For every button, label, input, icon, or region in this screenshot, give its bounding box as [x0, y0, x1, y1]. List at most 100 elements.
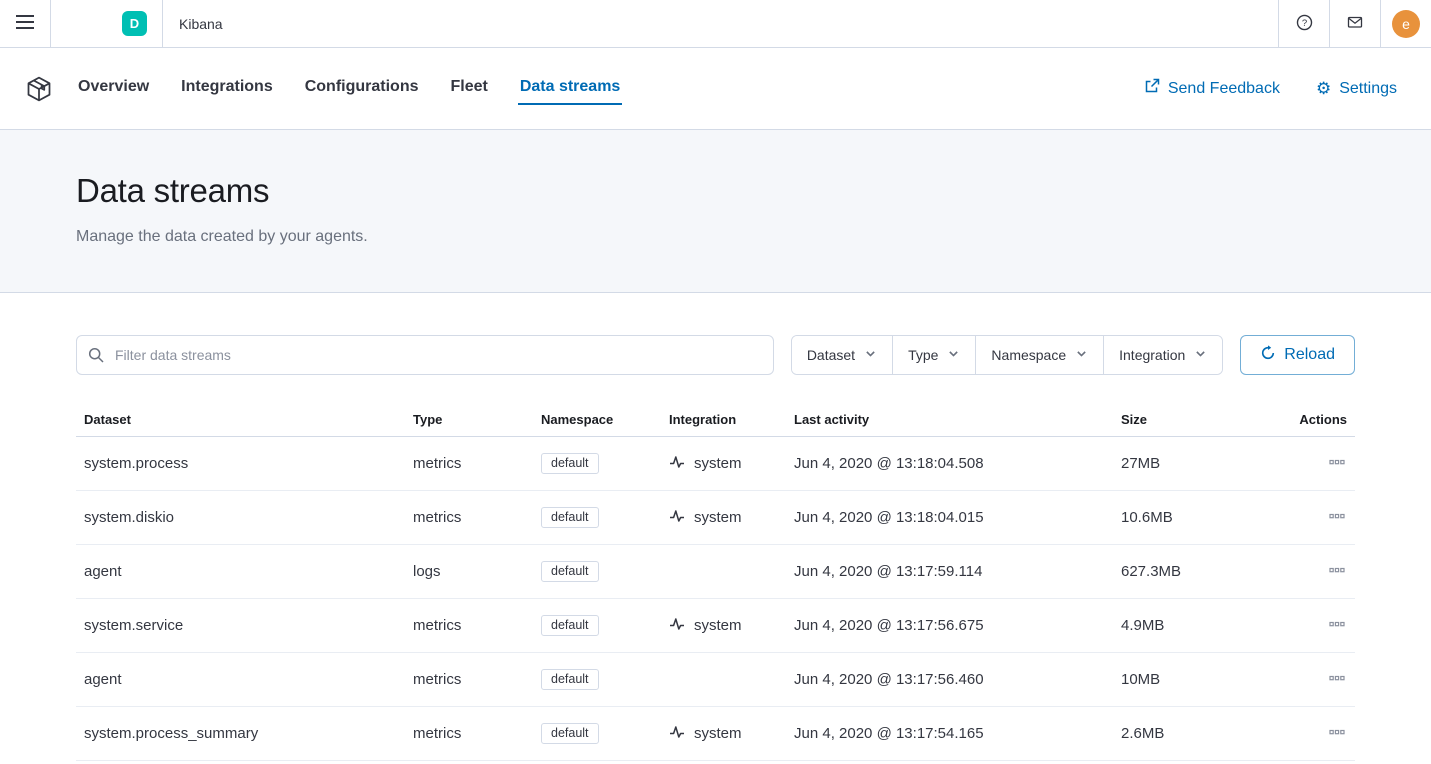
column-header-size[interactable]: Size: [1113, 403, 1270, 436]
namespace-cell: default: [533, 440, 661, 487]
type-cell: metrics: [405, 712, 533, 755]
last-activity-cell: Jun 4, 2020 @ 13:17:56.675: [786, 604, 1113, 647]
table-toolbar: Dataset Type Namespace: [76, 335, 1355, 375]
help-icon: ?: [1296, 14, 1313, 34]
size-cell: 2.6MB: [1113, 712, 1270, 755]
column-header-dataset[interactable]: Dataset: [76, 403, 405, 436]
row-actions-button[interactable]: [1327, 504, 1347, 531]
topbar-actions: ? e: [1278, 0, 1431, 47]
data-streams-table: Dataset Type Namespace Integration Last …: [76, 403, 1355, 764]
nav-tab[interactable]: Fleet: [448, 72, 489, 105]
filter-dropdown-label: Type: [908, 347, 938, 363]
actions-cell: [1270, 599, 1355, 652]
row-actions-button[interactable]: [1327, 612, 1347, 639]
type-cell: metrics: [405, 658, 533, 701]
row-actions-button[interactable]: [1327, 450, 1347, 477]
nav-tab[interactable]: Data streams: [518, 72, 623, 105]
table-header: Dataset Type Namespace Integration Last …: [76, 403, 1355, 437]
send-feedback-link[interactable]: Send Feedback: [1144, 78, 1280, 99]
space-avatar[interactable]: D: [122, 11, 147, 36]
system-integration-icon: [669, 508, 685, 528]
table-row: agent metrics default Jun 4, 2020 @ 13:1…: [76, 653, 1355, 707]
breadcrumb-kibana[interactable]: Kibana: [163, 16, 239, 32]
actions-cell: [1270, 653, 1355, 706]
filter-dropdown[interactable]: Namespace: [975, 336, 1103, 374]
integration-cell: system: [661, 441, 786, 487]
row-actions-button[interactable]: [1327, 666, 1347, 693]
filter-dropdown-label: Dataset: [807, 347, 855, 363]
table-row: system.diskio metrics default system Jun…: [76, 491, 1355, 545]
page-title: Data streams: [76, 172, 1355, 210]
chevron-down-icon: [1194, 347, 1207, 363]
namespace-cell: default: [533, 656, 661, 703]
kibana-app: D Kibana ? e: [0, 0, 1431, 764]
nav-tab[interactable]: Configurations: [303, 72, 421, 105]
dataset-cell: system.process: [76, 442, 405, 485]
column-header-last-activity[interactable]: Last activity: [786, 403, 1113, 436]
fleet-app-nav: Overview Integrations Configurations Fle…: [0, 48, 1431, 130]
table-body: system.process metrics default system Ju…: [76, 437, 1355, 764]
namespace-badge: default: [541, 507, 599, 528]
system-integration-icon: [669, 616, 685, 636]
search-icon: [88, 347, 104, 366]
boxes-horizontal-icon: [1329, 670, 1345, 689]
size-cell: 627.3MB: [1113, 550, 1270, 593]
column-header-namespace[interactable]: Namespace: [533, 403, 661, 436]
size-cell: 27MB: [1113, 442, 1270, 485]
newsfeed-button[interactable]: [1330, 0, 1380, 47]
row-actions-button[interactable]: [1327, 720, 1347, 747]
dataset-cell: system.diskio: [76, 496, 405, 539]
boxes-horizontal-icon: [1329, 508, 1345, 527]
type-cell: logs: [405, 550, 533, 593]
filter-dropdown[interactable]: Type: [892, 336, 975, 374]
last-activity-cell: Jun 4, 2020 @ 13:18:04.508: [786, 442, 1113, 485]
integration-cell: [661, 667, 786, 693]
size-cell: 10MB: [1113, 658, 1270, 701]
user-menu-button[interactable]: e: [1381, 0, 1431, 47]
dataset-cell: agent: [76, 550, 405, 593]
row-actions-button[interactable]: [1327, 558, 1347, 585]
data-streams-content: Dataset Type Namespace: [0, 293, 1431, 764]
namespace-badge: default: [541, 561, 599, 582]
namespace-cell: default: [533, 710, 661, 757]
boxes-horizontal-icon: [1329, 616, 1345, 635]
gear-icon: ⚙: [1316, 80, 1331, 97]
namespace-badge: default: [541, 669, 599, 690]
menu-button[interactable]: [0, 0, 50, 47]
namespace-badge: default: [541, 615, 599, 636]
boxes-horizontal-icon: [1329, 454, 1345, 473]
fleet-app-icon: [24, 75, 54, 103]
boxes-horizontal-icon: [1329, 724, 1345, 743]
settings-link[interactable]: ⚙ Settings: [1316, 80, 1397, 98]
filter-dropdown-label: Integration: [1119, 347, 1185, 363]
size-cell: 10.6MB: [1113, 496, 1270, 539]
type-cell: metrics: [405, 604, 533, 647]
column-header-integration[interactable]: Integration: [661, 403, 786, 436]
size-cell: 4.9MB: [1113, 604, 1270, 647]
reload-button[interactable]: Reload: [1240, 335, 1355, 375]
table-row: agent logs default Jun 4, 2020 @ 13:17:5…: [76, 545, 1355, 599]
page-subtitle: Manage the data created by your agents.: [76, 228, 1355, 246]
dataset-cell: system.process_summary: [76, 712, 405, 755]
nav-tabs: Overview Integrations Configurations Fle…: [76, 72, 622, 105]
reload-label: Reload: [1284, 346, 1335, 364]
integration-name: system: [694, 509, 742, 526]
filter-dropdown-label: Namespace: [991, 347, 1066, 363]
user-avatar: e: [1392, 10, 1420, 38]
integration-cell: [661, 559, 786, 585]
filter-dropdown[interactable]: Integration: [1103, 336, 1222, 374]
nav-tab[interactable]: Integrations: [179, 72, 275, 105]
column-header-type[interactable]: Type: [405, 403, 533, 436]
nav-tab[interactable]: Overview: [76, 72, 151, 105]
integration-cell: system: [661, 603, 786, 649]
settings-label: Settings: [1339, 80, 1397, 98]
search-box: [76, 335, 774, 375]
chevron-down-icon: [864, 347, 877, 363]
filter-data-streams-input[interactable]: [76, 335, 774, 375]
integration-name: system: [694, 455, 742, 472]
namespace-badge: default: [541, 453, 599, 474]
table-row: system.service metrics default system Ju…: [76, 599, 1355, 653]
filter-dropdown[interactable]: Dataset: [792, 336, 892, 374]
help-button[interactable]: ?: [1279, 0, 1329, 47]
page-header: Data streams Manage the data created by …: [0, 130, 1431, 293]
